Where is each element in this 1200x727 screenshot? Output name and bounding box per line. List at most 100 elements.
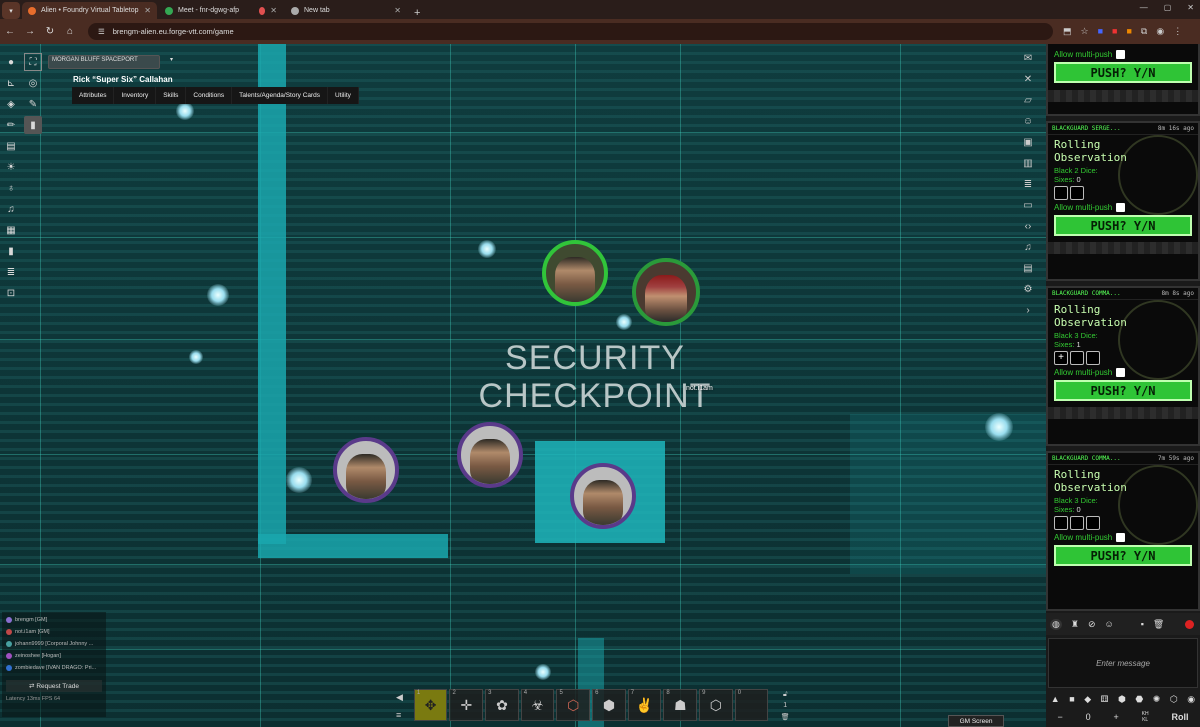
reload-icon[interactable]: ↻ — [40, 26, 60, 37]
macro-slot[interactable]: 7 ✌ — [627, 689, 662, 721]
clear-chat-icon[interactable]: 🗑︎ — [1153, 619, 1164, 630]
triangle-icon[interactable]: ▲ — [1051, 694, 1060, 704]
browser-tab-new[interactable]: New tab ✕ — [285, 2, 407, 19]
tables-icon[interactable]: ≣ — [1017, 174, 1039, 195]
measure-icon[interactable]: ⊾ — [2, 74, 20, 92]
d100-icon[interactable]: ◉ — [1187, 694, 1195, 705]
close-tab-icon[interactable]: ✕ — [394, 6, 401, 15]
tab-attributes[interactable]: Attributes — [72, 87, 115, 104]
gm-roll-icon[interactable]: ♜ — [1071, 619, 1079, 630]
scene-navigation[interactable]: MORGAN BLUFF SPACEPORT ▾ — [48, 55, 173, 69]
roll-button[interactable]: Roll — [1172, 712, 1189, 722]
fullscreen-icon[interactable]: ⛶ — [24, 53, 42, 71]
crosshair-icon[interactable]: ⊡ — [2, 284, 20, 302]
macro-slot[interactable]: 2 ✛ — [449, 689, 484, 721]
d12-icon[interactable]: ✺ — [1153, 694, 1161, 705]
extension-icon[interactable]: ■ — [1126, 26, 1131, 37]
d10-icon[interactable]: ⬣ — [1135, 694, 1143, 705]
puzzle-icon[interactable]: ⧉ — [1141, 26, 1147, 37]
extension-icon[interactable]: ■ — [1098, 26, 1103, 37]
regions-icon[interactable]: ▦ — [2, 221, 20, 239]
flat-die-icon[interactable]: ■ — [1069, 694, 1074, 704]
multi-push-checkbox[interactable] — [1116, 50, 1126, 59]
site-info-icon[interactable]: ☰ — [98, 27, 105, 36]
settings-icon[interactable]: ⚙ — [1017, 279, 1039, 300]
push-button[interactable]: PUSH? Y/N — [1054, 380, 1192, 401]
tab-conditions[interactable]: Conditions — [186, 87, 233, 104]
collapse-icon[interactable]: › — [1017, 300, 1039, 321]
macro-slot[interactable]: 0 — [734, 689, 769, 721]
minimize-icon[interactable]: — — [1140, 3, 1148, 12]
npc-token[interactable] — [570, 463, 636, 529]
notes-icon[interactable]: ▮ — [2, 242, 20, 260]
home-icon[interactable]: ⌂ — [60, 26, 80, 37]
d8-icon[interactable]: ⬢ — [1118, 694, 1126, 705]
macro-slot[interactable]: 3 ✿ — [485, 689, 519, 721]
export-chat-icon[interactable]: ▪ — [1141, 619, 1144, 629]
player-entry[interactable]: brengm [GM] — [6, 614, 102, 626]
select-icon[interactable]: ▮ — [24, 116, 42, 134]
lock-icon[interactable]: 🔓︎ — [783, 691, 788, 699]
extension-icon[interactable]: ■ — [1112, 26, 1117, 37]
self-roll-icon[interactable]: ☺ — [1104, 619, 1113, 629]
volume-icon[interactable]: ◀ — [396, 692, 412, 703]
d4-icon[interactable]: ◆ — [1084, 694, 1091, 705]
macro-slot[interactable]: 6 ⬢ — [592, 689, 626, 721]
macro-slot[interactable]: 5 ⬡ — [556, 689, 591, 721]
chat-message-input[interactable]: Enter message — [1048, 638, 1198, 688]
profile-icon[interactable]: ◉ — [1156, 26, 1164, 37]
player-entry[interactable]: zeinoshee [Hogan] — [6, 650, 102, 662]
target-icon[interactable]: ◎ — [24, 74, 42, 92]
tab-talents[interactable]: Talents/Agenda/Story Cards — [232, 87, 329, 104]
push-button[interactable]: PUSH? Y/N — [1054, 215, 1192, 236]
new-tab-button[interactable]: + — [407, 7, 427, 19]
multi-push-checkbox[interactable] — [1116, 368, 1126, 377]
journal-icon[interactable]: ▥ — [1017, 153, 1039, 174]
light-bulb-icon[interactable]: ♁ — [2, 179, 20, 197]
game-canvas[interactable]: SECURITY CHECKPOINT not.i1am — [0, 44, 1046, 727]
browser-tab-recording[interactable]: ✕ — [253, 2, 283, 19]
chevron-down-icon[interactable]: ▾ — [170, 56, 173, 63]
blind-roll-icon[interactable]: ⊘ — [1088, 619, 1096, 630]
bookmark-star-icon[interactable]: ☆ — [1081, 26, 1089, 37]
cards-icon[interactable]: ▭ — [1017, 195, 1039, 216]
token-controls-icon[interactable]: ● — [2, 53, 20, 71]
combat-icon[interactable]: ✕ — [1017, 69, 1039, 90]
lighting-icon[interactable]: ☀ — [2, 158, 20, 176]
stack-icon[interactable]: ≣ — [2, 263, 20, 281]
browser-tab-foundry[interactable]: Alien • Foundry Virtual Tabletop ✕ — [22, 2, 157, 19]
npc-token[interactable] — [457, 422, 523, 488]
macro-slot[interactable]: 4 ☣ — [520, 689, 555, 721]
sound-icon[interactable]: ♫ — [2, 200, 20, 218]
tab-menu-button[interactable]: ▾ — [2, 2, 20, 19]
gm-screen-button[interactable]: GM Screen — [948, 715, 1004, 727]
draw-icon[interactable]: ✏ — [2, 116, 20, 134]
d20-icon[interactable]: ⬡ — [1170, 694, 1178, 705]
decrement-button[interactable]: − — [1057, 712, 1062, 722]
d6-icon[interactable]: ⚅ — [1101, 694, 1109, 705]
player-entry[interactable]: johann9999 [Corporal Johnny ... — [6, 638, 102, 650]
menu-kebab-icon[interactable]: ⋮ — [1173, 26, 1182, 37]
character-token[interactable] — [542, 240, 608, 306]
macro-slot[interactable]: 8 ☗ — [663, 689, 698, 721]
tab-skills[interactable]: Skills — [156, 87, 187, 104]
macros-icon[interactable]: ‹› — [1017, 216, 1039, 237]
player-entry[interactable]: not.i1am [GM] — [6, 626, 102, 638]
tab-inventory[interactable]: Inventory — [114, 87, 157, 104]
actors-icon[interactable]: ☺ — [1017, 111, 1039, 132]
browser-tab-meet[interactable]: Meet - fnr-dgwg-afp — [159, 2, 251, 19]
request-trade-button[interactable]: ⇄ Request Trade — [6, 680, 102, 692]
back-icon[interactable]: ← — [0, 26, 20, 37]
close-tab-icon[interactable]: ✕ — [270, 6, 277, 15]
multi-push-checkbox[interactable] — [1116, 203, 1126, 212]
roll-mode-globe-icon[interactable]: ◍ — [1050, 618, 1062, 630]
keep-mode[interactable]: KH KL — [1142, 711, 1149, 723]
increment-button[interactable]: + — [1114, 712, 1119, 722]
hotbar-menu-icon[interactable]: ≡ — [396, 710, 412, 720]
multi-push-checkbox[interactable] — [1116, 533, 1126, 542]
player-entry[interactable]: zombiedave [IVAN DRAGO: Pri... — [6, 662, 102, 674]
ruler-icon[interactable]: ✎ — [24, 95, 42, 113]
macro-slot[interactable]: 1 ✥ — [413, 689, 448, 721]
close-tab-icon[interactable]: ✕ — [144, 6, 151, 15]
address-bar[interactable]: ☰ brengm-alien.eu.forge-vtt.com/game — [88, 23, 1053, 40]
